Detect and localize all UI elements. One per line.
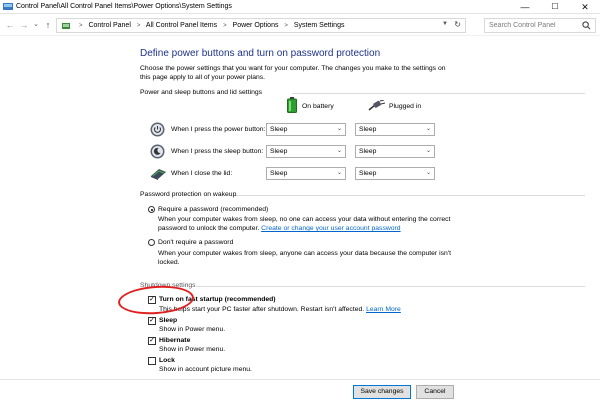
sleep-description: Show in Power menu.: [159, 326, 226, 333]
lock-description: Show in account picture menu.: [159, 366, 252, 373]
lock-checkbox[interactable]: [148, 357, 156, 365]
page-intro: Choose the power settings that you want …: [140, 65, 446, 81]
chevron-down-icon: ⌄: [425, 126, 431, 132]
recent-locations-button[interactable]: ⌄: [30, 19, 42, 31]
search-box: [484, 18, 596, 33]
column-header-plugged: Plugged in: [389, 103, 422, 110]
hibernate-description: Show in Power menu.: [159, 346, 226, 353]
breadcrumb-control-panel[interactable]: Control Panel: [88, 22, 130, 29]
control-panel-icon: [3, 3, 13, 10]
power-button-plugged-select[interactable]: Sleep ⌄: [355, 123, 435, 136]
row-label-close-lid: When I close the lid:: [171, 170, 233, 177]
address-bar[interactable]: > Control Panel > All Control Panel Item…: [56, 18, 466, 33]
search-input[interactable]: [485, 19, 577, 32]
hibernate-checkbox[interactable]: ✓: [148, 337, 156, 345]
dont-require-password-radio[interactable]: [148, 239, 155, 246]
navigation-bar: ← → ⌄ ↑ > Control Panel > All Control Pa…: [0, 15, 600, 35]
chevron-down-icon[interactable]: ▼: [442, 21, 448, 27]
chevron-down-icon: ⌄: [425, 148, 431, 154]
section-header-buttons: Power and sleep buttons and lid settings: [140, 89, 586, 96]
dont-require-password-label[interactable]: Don't require a password: [158, 239, 233, 246]
require-password-description: When your computer wakes from sleep, no …: [158, 216, 451, 232]
back-button[interactable]: ←: [4, 19, 16, 31]
minimize-button[interactable]: —: [510, 0, 540, 14]
power-button-battery-select[interactable]: Sleep ⌄: [266, 123, 346, 136]
sleep-label[interactable]: Sleep: [159, 317, 177, 324]
refresh-icon[interactable]: ↻: [454, 20, 461, 29]
breadcrumb: > Control Panel > All Control Panel Item…: [75, 22, 344, 29]
breadcrumb-separator-icon: >: [79, 23, 83, 29]
lock-label[interactable]: Lock: [159, 357, 175, 364]
cancel-button[interactable]: Cancel: [416, 385, 454, 399]
window-title: Control Panel\All Control Panel Items\Po…: [16, 3, 232, 10]
section-divider: [292, 93, 585, 94]
breadcrumb-all-items[interactable]: All Control Panel Items: [146, 22, 217, 29]
breadcrumb-separator-icon: >: [284, 23, 288, 29]
row-label-power-button: When I press the power button:: [171, 126, 266, 133]
chevron-down-icon: ⌄: [336, 126, 342, 132]
hibernate-label[interactable]: Hibernate: [159, 337, 190, 344]
section-header-password: Password protection on wakeup: [140, 191, 587, 198]
forward-button[interactable]: →: [18, 19, 30, 31]
power-plug-icon: [368, 100, 386, 111]
column-header-battery: On battery: [302, 103, 334, 110]
sleep-button-battery-select[interactable]: Sleep ⌄: [266, 145, 346, 158]
row-label-sleep-button: When I press the sleep button:: [171, 148, 264, 155]
control-panel-icon: [62, 23, 70, 29]
section-divider: [234, 195, 585, 196]
section-divider: [196, 286, 585, 287]
main-content: Define power buttons and turn on passwor…: [0, 35, 600, 404]
battery-icon: [287, 97, 297, 113]
laptop-lid-icon: [151, 169, 166, 180]
require-password-radio[interactable]: [148, 206, 155, 213]
chevron-down-icon: ⌄: [425, 170, 431, 176]
breadcrumb-separator-icon: >: [223, 23, 227, 29]
sleep-button-plugged-select[interactable]: Sleep ⌄: [355, 145, 435, 158]
close-button[interactable]: ✕: [570, 0, 600, 14]
maximize-button[interactable]: ☐: [540, 0, 570, 14]
change-password-link[interactable]: Create or change your user account passw…: [261, 225, 400, 232]
page-title: Define power buttons and turn on passwor…: [140, 48, 381, 59]
learn-more-link[interactable]: Learn More: [366, 306, 401, 313]
search-icon[interactable]: [582, 21, 591, 30]
fast-startup-description: This helps start your PC faster after sh…: [159, 306, 401, 313]
chevron-down-icon: ⌄: [336, 148, 342, 154]
sleep-checkbox[interactable]: ✓: [148, 317, 156, 325]
breadcrumb-separator-icon: >: [136, 23, 141, 29]
power-button-icon: [150, 122, 165, 137]
title-bar: Control Panel\All Control Panel Items\Po…: [0, 0, 600, 14]
up-button[interactable]: ↑: [42, 19, 54, 31]
sleep-button-icon: [150, 144, 165, 159]
footer-divider: [0, 379, 600, 380]
close-lid-battery-select[interactable]: Sleep ⌄: [266, 167, 346, 180]
chevron-down-icon: ⌄: [336, 170, 342, 176]
close-lid-plugged-select[interactable]: Sleep ⌄: [355, 167, 435, 180]
dont-require-password-description: When your computer wakes from sleep, any…: [158, 250, 451, 266]
breadcrumb-system-settings[interactable]: System Settings: [294, 22, 345, 29]
require-password-label[interactable]: Require a password (recommended): [158, 206, 268, 213]
breadcrumb-power-options[interactable]: Power Options: [233, 22, 279, 29]
save-changes-button[interactable]: Save changes: [353, 385, 411, 399]
